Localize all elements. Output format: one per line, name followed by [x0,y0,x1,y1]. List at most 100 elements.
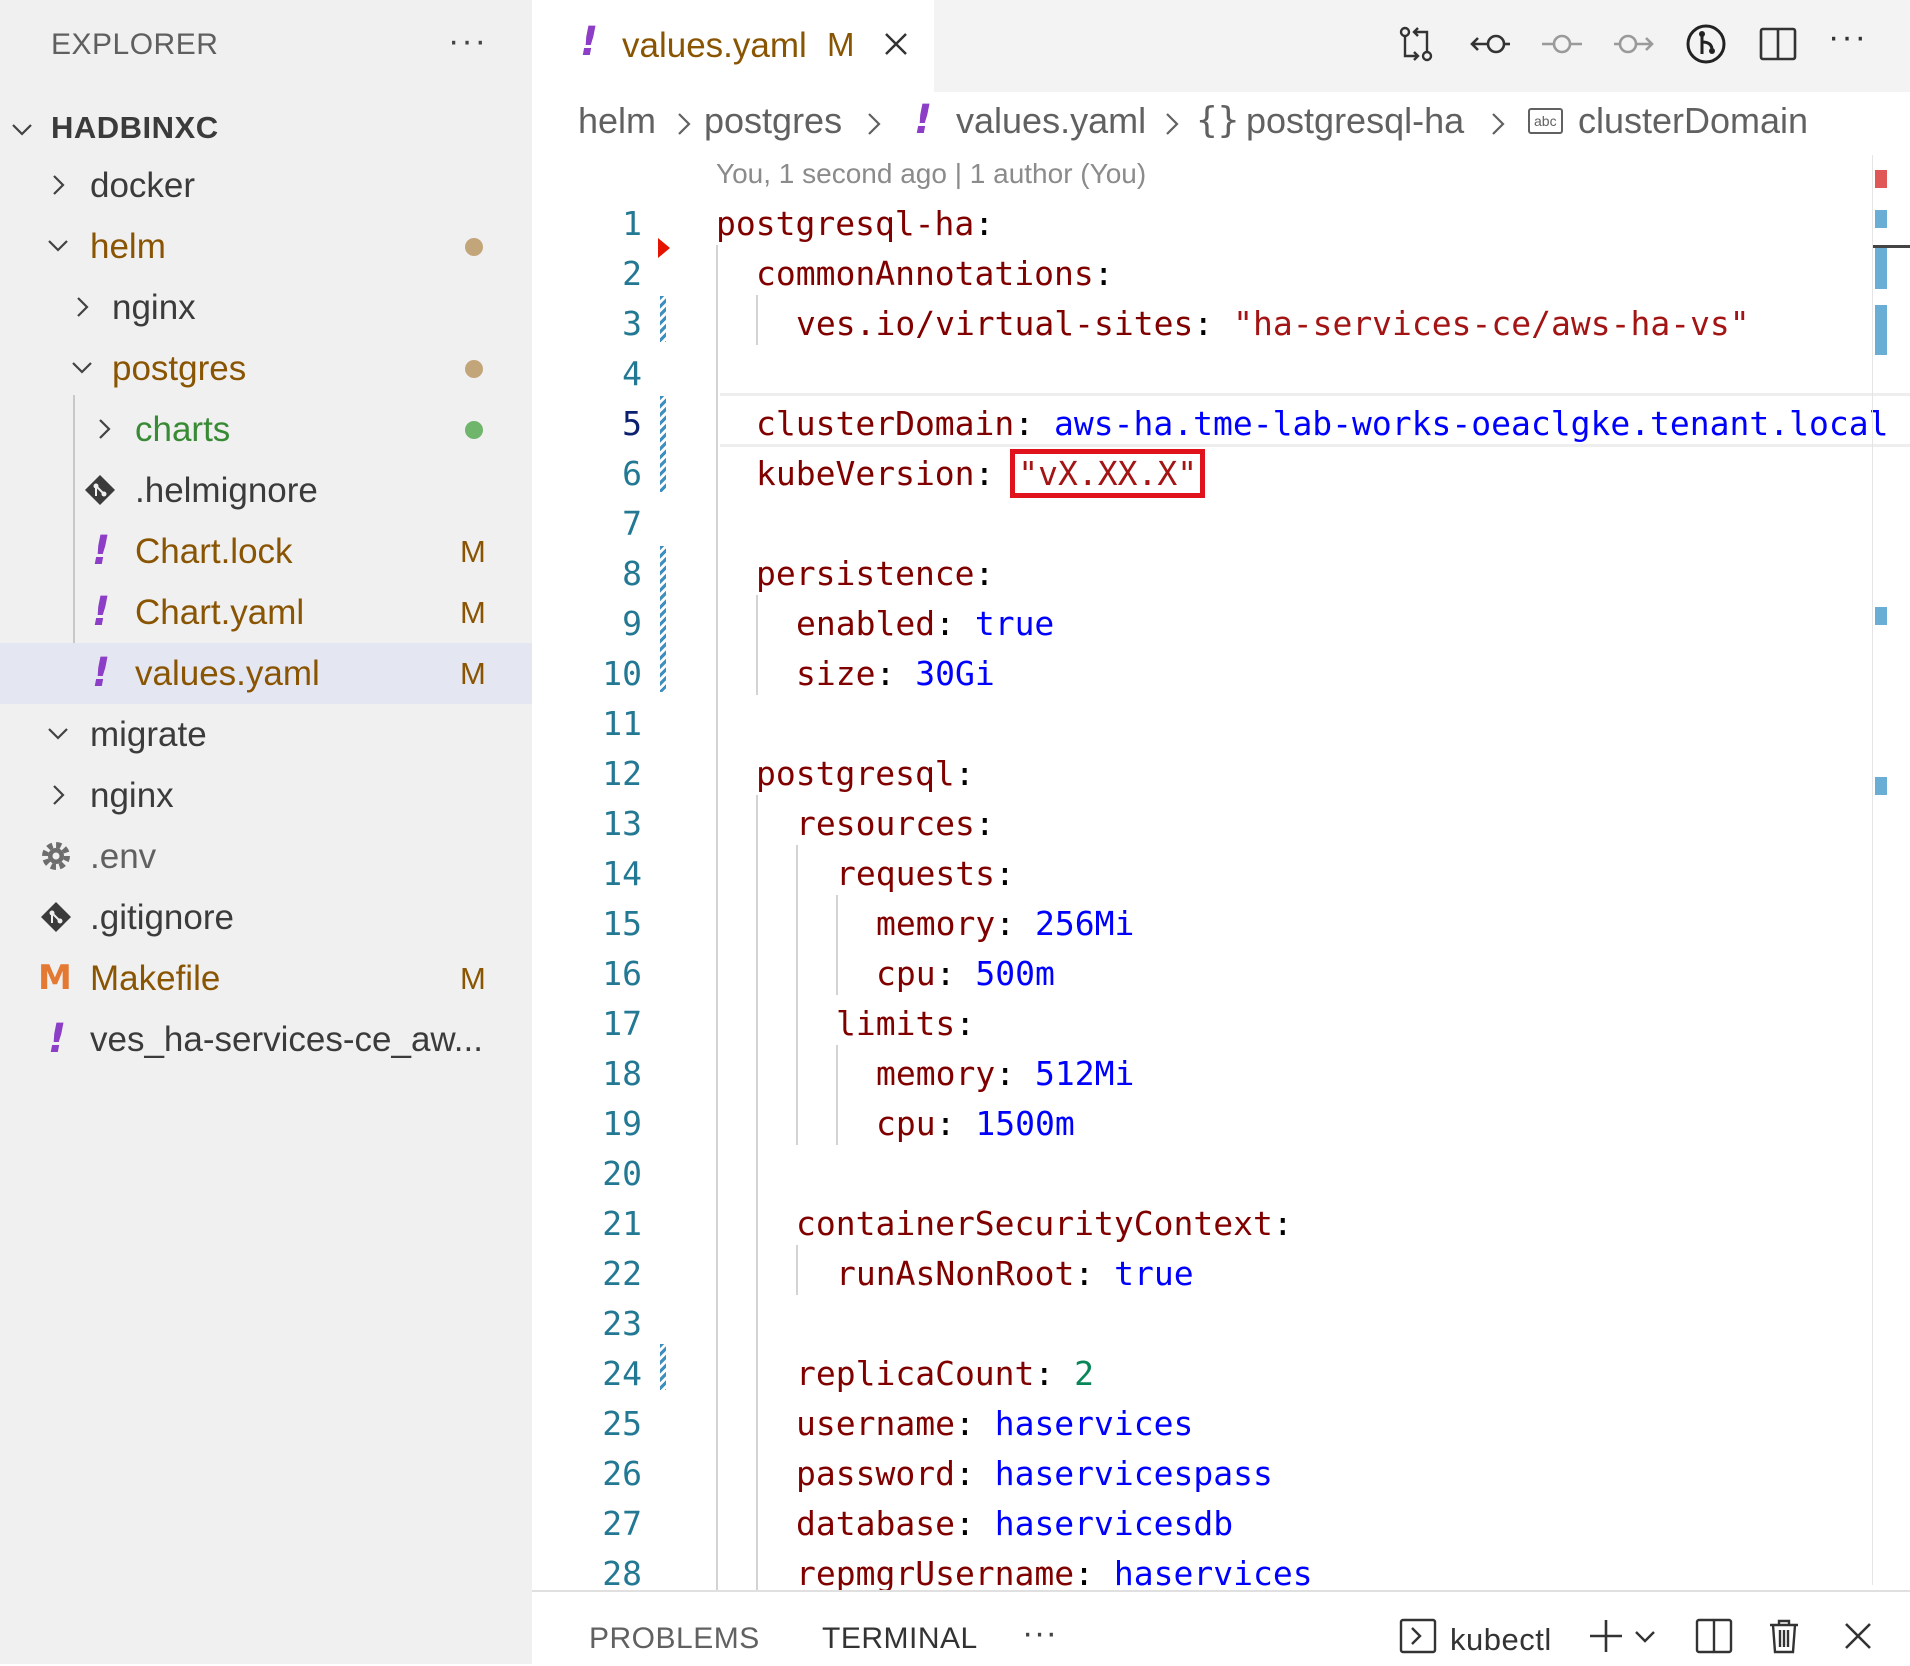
yaml-colon: : [995,904,1016,943]
code-line: 8 persistence: [532,550,1910,600]
tree-item-charts[interactable]: charts [0,399,532,460]
yaml-colon: : [935,954,956,993]
code-text: cpu: 1500m [876,1104,1075,1143]
tree-item-postgres[interactable]: postgres [0,338,532,399]
code-line: 7 [532,500,1910,550]
code-line: 23 [532,1300,1910,1350]
line-number: 8 [622,554,642,593]
code-line: 27 database: haservicesdb [532,1500,1910,1550]
code-line: 4 [532,350,1910,400]
tree-item-label: .gitignore [90,898,234,937]
tree-item-label: Makefile [90,959,221,998]
breadcrumb-item-postgres[interactable]: postgres [704,100,842,142]
yaml-colon: : [955,1004,976,1043]
yaml-colon: : [954,754,975,793]
explorer-more-button[interactable]: ··· [448,22,488,61]
code-text: password: haservicespass [796,1454,1273,1493]
yaml-colon: : [974,554,995,593]
yaml-colon: : [974,454,995,493]
yaml-colon: : [935,604,955,643]
yaml-key: cpu [876,954,936,993]
panel-more-button[interactable]: ··· [1022,1614,1057,1653]
ruler-error-mark [1875,170,1887,188]
yaml-file-icon: ! [580,19,599,65]
breadcrumb-item-clusterdomain[interactable]: clusterDomain [1578,100,1808,142]
chevron-down-icon [48,240,68,252]
timeline-commit-icon[interactable] [1540,22,1584,66]
tree-item-chart-lock[interactable]: ! Chart.lock M [0,521,532,582]
tab-terminal[interactable]: TERMINAL [822,1622,978,1656]
code-line: 24 replicaCount: 2 [532,1350,1910,1400]
line-number: 17 [602,1004,642,1043]
bottom-panel: PROBLEMS TERMINAL ··· kubectl [532,1590,1910,1666]
code-line: 22 runAsNonRoot: true [532,1250,1910,1300]
yaml-key: kubeVersion [756,454,975,493]
breadcrumb-item-file[interactable]: values.yaml [956,100,1146,142]
tree-item-helmignore[interactable]: .helmignore [0,460,532,521]
tree-item-docker[interactable]: docker [0,155,532,216]
tree-item-gitignore[interactable]: .gitignore [0,887,532,948]
tree-item-nginx[interactable]: nginx [0,277,532,338]
trash-icon[interactable] [1764,1616,1804,1656]
code-line: 28 repmgrUsername: haservices [532,1550,1910,1590]
yaml-value: haservicespass [994,1454,1273,1493]
workspace-root[interactable]: HADBINXC [0,100,532,160]
git-lens-icon[interactable] [1684,22,1728,66]
tree-item-nginx-root[interactable]: nginx [0,765,532,826]
line-number: 12 [602,754,642,793]
next-change-icon[interactable] [1612,22,1656,66]
makefile-icon: M [38,958,72,998]
yaml-value: 30Gi [915,654,995,693]
code-text: memory: 512Mi [876,1054,1134,1093]
tab-values-yaml[interactable]: ! values.yaml M [532,0,934,92]
compare-changes-icon[interactable] [1394,22,1438,66]
ruler-change-mark [1875,247,1887,289]
chevron-right-icon [53,785,65,805]
tree-item-migrate[interactable]: migrate [0,704,532,765]
split-editor-icon[interactable] [1756,22,1800,66]
yaml-file-icon: ! [48,1016,67,1062]
tab-problems[interactable]: PROBLEMS [589,1622,760,1656]
tree-item-helm[interactable]: helm [0,216,532,277]
close-icon[interactable] [1838,1616,1878,1656]
tree-item-label: helm [90,227,166,266]
yaml-key: resources [796,804,975,843]
yaml-colon: : [954,1454,975,1493]
yaml-string-value: "ha-services-ce/aws-ha-vs" [1233,304,1750,343]
terminal-name[interactable]: kubectl [1450,1622,1552,1658]
tree-item-values-yaml[interactable]: ! values.yaml M [0,643,532,704]
line-number: 23 [602,1304,642,1343]
tree-item-env[interactable]: .env [0,826,532,887]
ruler-cursor-mark [1873,245,1910,248]
yaml-key: replicaCount [796,1354,1035,1393]
code-line: 14 requests: [532,850,1910,900]
tree-item-chart-yaml[interactable]: ! Chart.yaml M [0,582,532,643]
code-line: 15 memory: 256Mi [532,900,1910,950]
previous-change-icon[interactable] [1468,22,1512,66]
yaml-key: limits [836,1004,956,1043]
overview-ruler[interactable] [1872,155,1910,1585]
tree-item-label: nginx [90,776,174,815]
code-text: postgresql-ha: [716,204,994,243]
yaml-value: haservices [1113,1554,1313,1590]
string-property-icon: abc [1528,108,1563,134]
chevron-down-icon[interactable] [1632,1616,1658,1656]
breadcrumb-item-helm[interactable]: helm [578,100,656,142]
split-terminal-icon[interactable] [1694,1616,1734,1656]
line-number: 26 [602,1454,642,1493]
modified-badge: M [460,534,486,569]
code-line: 16 cpu: 500m [532,950,1910,1000]
breadcrumb-item-postgresql-ha[interactable]: postgresql-ha [1246,100,1464,142]
codelens-blame[interactable]: You, 1 second ago | 1 author (You) [716,158,1146,190]
yaml-colon: : [1034,1354,1055,1393]
close-icon[interactable] [882,30,910,58]
git-file-icon [85,475,115,505]
tree-item-ves-file[interactable]: ! ves_ha-services-ce_aw... [0,1009,532,1070]
highlighted-kube-version-value: "vX.XX.X" [1010,449,1206,498]
line-number: 9 [622,604,642,643]
yaml-key: persistence [756,554,975,593]
code-editor[interactable]: 1 postgresql-ha: 2 commonAnnotations: 3 ves… [532,200,1910,1590]
add-terminal-icon[interactable] [1586,1616,1626,1656]
tree-item-makefile[interactable]: M Makefile M [0,948,532,1009]
more-actions-button[interactable]: ··· [1828,18,1872,62]
